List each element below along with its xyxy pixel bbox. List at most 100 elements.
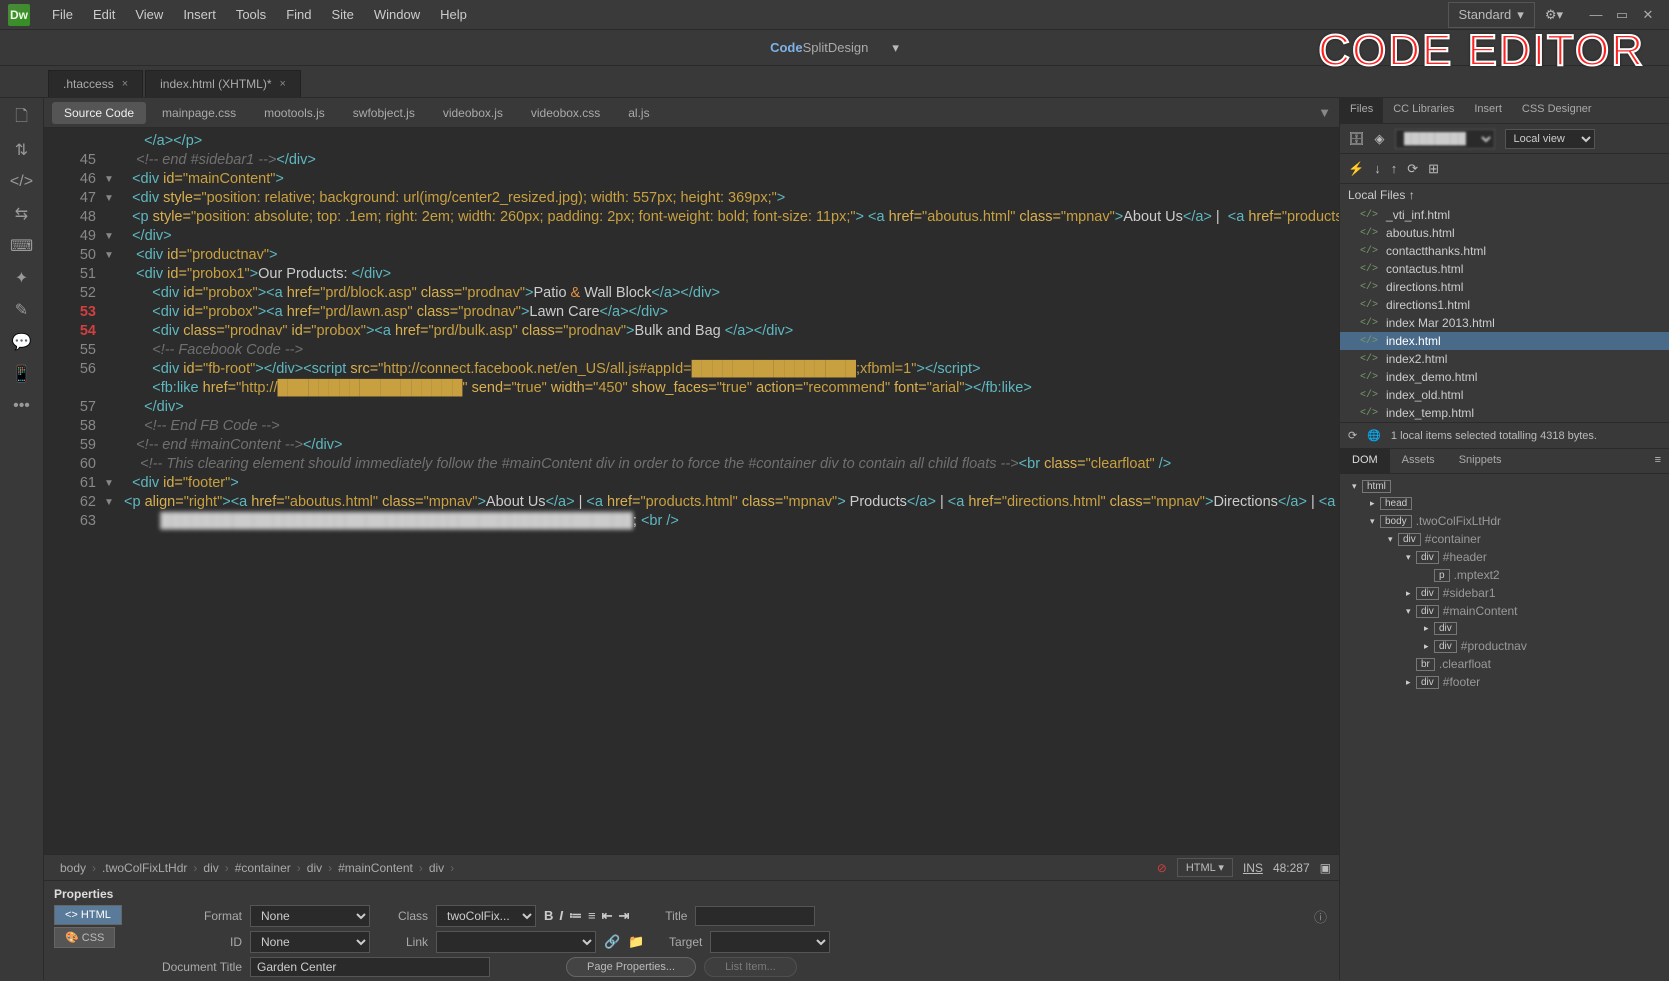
globe-icon[interactable]: 🌐: [1367, 429, 1381, 442]
workspace-switcher[interactable]: Standard▾: [1448, 2, 1535, 28]
ul-icon[interactable]: ≔: [569, 908, 582, 924]
panel-tab[interactable]: Insert: [1464, 98, 1512, 123]
wand-icon[interactable]: ✦: [10, 266, 34, 290]
connect-icon[interactable]: ⚡: [1348, 161, 1364, 177]
breadcrumb-item[interactable]: div: [299, 859, 330, 877]
link-chain-icon[interactable]: 🔗: [604, 934, 620, 950]
dom-tab[interactable]: Snippets: [1447, 449, 1514, 473]
brush-icon[interactable]: ✎: [10, 298, 34, 322]
menu-file[interactable]: File: [42, 7, 83, 22]
file-row[interactable]: </>contactthanks.html: [1340, 242, 1669, 260]
breadcrumb-item[interactable]: div: [421, 859, 452, 877]
dom-node[interactable]: ▾div#header: [1340, 548, 1669, 566]
breadcrumb-item[interactable]: #mainContent: [330, 859, 421, 877]
title-input[interactable]: [695, 906, 815, 926]
more-icon[interactable]: •••: [10, 394, 34, 418]
expand-icon[interactable]: ⊞: [1428, 161, 1439, 177]
italic-icon[interactable]: I: [559, 908, 563, 924]
help-icon[interactable]: ⓘ: [1314, 907, 1327, 926]
view-split[interactable]: Split: [803, 40, 828, 55]
dom-tab[interactable]: DOM: [1340, 449, 1390, 473]
get-icon[interactable]: ↑: [1391, 161, 1398, 176]
file-row[interactable]: </>index_old.html: [1340, 386, 1669, 404]
link-select[interactable]: [436, 931, 596, 953]
page-properties-button[interactable]: Page Properties...: [566, 957, 696, 977]
code-editor[interactable]: </a></p>45 <!-- end #sidebar1 --></div>4…: [44, 128, 1339, 854]
file-row[interactable]: </>index Mar 2013.html: [1340, 314, 1669, 332]
code-icon[interactable]: </>: [10, 170, 34, 194]
file-row[interactable]: </>index_temp.html: [1340, 404, 1669, 422]
menu-edit[interactable]: Edit: [83, 7, 125, 22]
css-mode-button[interactable]: 🎨 CSS: [54, 927, 115, 948]
source-tab[interactable]: Source Code: [52, 102, 146, 124]
source-tab[interactable]: swfobject.js: [341, 102, 427, 124]
close-icon[interactable]: ✕: [1635, 6, 1661, 24]
error-icon[interactable]: ⊘: [1157, 861, 1167, 875]
dom-node[interactable]: ▾div#mainContent: [1340, 602, 1669, 620]
outdent-icon[interactable]: ⇤: [602, 908, 613, 924]
file-icon[interactable]: 🗋: [10, 106, 34, 130]
site-icon[interactable]: 🗄: [1348, 131, 1365, 147]
language-selector[interactable]: HTML ▾: [1177, 858, 1233, 877]
link-folder-icon[interactable]: 📁: [628, 934, 644, 950]
menu-site[interactable]: Site: [321, 7, 363, 22]
dom-node[interactable]: ▸div: [1340, 620, 1669, 637]
source-tab[interactable]: al.js: [616, 102, 661, 124]
source-tab[interactable]: mainpage.css: [150, 102, 248, 124]
ol-icon[interactable]: ≡: [588, 908, 596, 924]
close-tab-icon[interactable]: ×: [280, 78, 286, 90]
menu-find[interactable]: Find: [276, 7, 321, 22]
class-select[interactable]: twoColFix...: [436, 905, 536, 927]
breadcrumb-item[interactable]: #container: [227, 859, 299, 877]
close-tab-icon[interactable]: ×: [122, 78, 128, 90]
bold-icon[interactable]: B: [544, 908, 553, 924]
sync-icon[interactable]: ⟳: [1348, 429, 1357, 442]
local-files-header[interactable]: Local Files ↑: [1340, 184, 1669, 206]
dom-node[interactable]: ▾div#container: [1340, 530, 1669, 548]
breadcrumb-item[interactable]: div: [195, 859, 226, 877]
format-select[interactable]: None: [250, 905, 370, 927]
document-tab[interactable]: index.html (XHTML)*×: [145, 70, 301, 97]
settings-gear-icon[interactable]: ⚙▾: [1545, 7, 1563, 23]
ftp-icon[interactable]: ◈: [1375, 131, 1385, 147]
maximize-icon[interactable]: ▭: [1609, 6, 1635, 24]
site-select[interactable]: ████████: [1395, 129, 1495, 149]
file-row[interactable]: </>directions.html: [1340, 278, 1669, 296]
view-design[interactable]: Design: [828, 40, 868, 55]
dom-node[interactable]: ▸head: [1340, 495, 1669, 512]
minimize-icon[interactable]: —: [1583, 6, 1609, 24]
menu-tools[interactable]: Tools: [226, 7, 276, 22]
mobile-icon[interactable]: 📱: [10, 362, 34, 386]
view-code[interactable]: Code: [770, 40, 803, 55]
view-select[interactable]: Local view: [1505, 129, 1595, 149]
menu-insert[interactable]: Insert: [173, 7, 226, 22]
doc-title-input[interactable]: [250, 957, 490, 977]
file-row[interactable]: </>index2.html: [1340, 350, 1669, 368]
dom-node[interactable]: ▸div#footer: [1340, 673, 1669, 691]
refresh-icon[interactable]: ⟳: [1407, 161, 1418, 177]
file-row[interactable]: </>directions1.html: [1340, 296, 1669, 314]
breadcrumb-item[interactable]: body: [52, 859, 94, 877]
menu-view[interactable]: View: [125, 7, 173, 22]
file-row[interactable]: </>_vti_inf.html: [1340, 206, 1669, 224]
document-tab[interactable]: .htaccess×: [48, 70, 143, 97]
dom-node[interactable]: ▾html: [1340, 478, 1669, 495]
source-tab[interactable]: videobox.css: [519, 102, 612, 124]
id-select[interactable]: None: [250, 931, 370, 953]
source-tab[interactable]: videobox.js: [431, 102, 515, 124]
dom-tab[interactable]: Assets: [1390, 449, 1447, 473]
target-select[interactable]: [710, 931, 830, 953]
menu-help[interactable]: Help: [430, 7, 477, 22]
menu-window[interactable]: Window: [364, 7, 430, 22]
file-row[interactable]: </>index_demo.html: [1340, 368, 1669, 386]
manage-sites-icon[interactable]: ⇅: [10, 138, 34, 162]
breadcrumb-item[interactable]: .twoColFixLtHdr: [94, 859, 195, 877]
dom-node[interactable]: br.clearfloat: [1340, 655, 1669, 673]
html-mode-button[interactable]: <> HTML: [54, 905, 122, 925]
filter-icon[interactable]: ▼: [1318, 105, 1331, 120]
file-row[interactable]: </>index.html: [1340, 332, 1669, 350]
dom-node[interactable]: ▸div#sidebar1: [1340, 584, 1669, 602]
keyboard-icon[interactable]: ⌨: [10, 234, 34, 258]
file-row[interactable]: </>contactus.html: [1340, 260, 1669, 278]
panel-tab[interactable]: Files: [1340, 98, 1383, 123]
